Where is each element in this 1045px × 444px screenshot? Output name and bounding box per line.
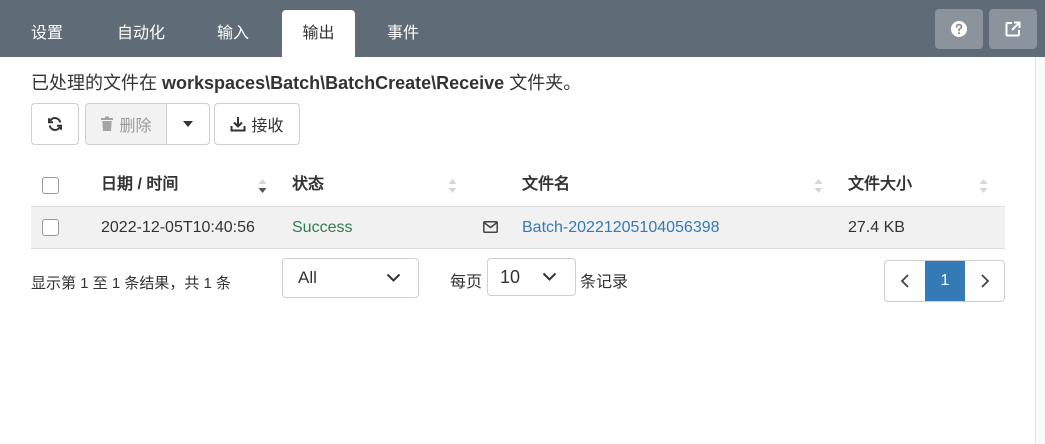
- per-page-prefix: 每页: [450, 274, 483, 291]
- info-suffix: 文件夹。: [504, 73, 582, 93]
- pagination: 1: [884, 260, 1005, 302]
- envelope-icon[interactable]: [483, 221, 498, 233]
- filter-select[interactable]: All: [282, 258, 419, 298]
- tab-input[interactable]: 输入: [200, 10, 266, 57]
- sort-both-icon: [448, 179, 457, 193]
- receive-button[interactable]: 接收: [214, 103, 300, 145]
- chevron-right-icon: [981, 274, 989, 288]
- trash-icon: [101, 116, 114, 131]
- cell-filesize: 27.4 KB: [848, 219, 905, 236]
- column-header-datetime[interactable]: 日期 / 时间: [101, 164, 178, 206]
- chevron-down-icon: [386, 273, 401, 282]
- tab-output[interactable]: 输出: [282, 10, 355, 57]
- more-actions-dropdown[interactable]: [166, 103, 210, 145]
- next-page-button[interactable]: [965, 261, 1004, 301]
- sort-desc-icon: [258, 179, 267, 193]
- top-tab-bar: 设置 自动化 输入 输出 事件: [0, 0, 1045, 57]
- question-circle-icon: [951, 21, 967, 37]
- column-header-filesize[interactable]: 文件大小: [848, 164, 912, 206]
- sort-both-icon: [979, 179, 988, 193]
- help-button[interactable]: [935, 9, 983, 49]
- sort-both-icon: [814, 179, 823, 193]
- tab-automation[interactable]: 自动化: [100, 10, 182, 57]
- receive-label: 接收: [251, 118, 284, 135]
- row-divider: [31, 248, 1005, 249]
- delete-button[interactable]: 删除: [85, 103, 167, 145]
- column-header-status[interactable]: 状态: [292, 164, 324, 206]
- prev-page-button[interactable]: [885, 261, 925, 301]
- tab-events[interactable]: 事件: [370, 10, 436, 57]
- info-prefix: 已处理的文件在: [31, 73, 163, 93]
- tab-settings[interactable]: 设置: [14, 10, 80, 57]
- folder-path: workspaces\Batch\BatchCreate\Receive: [162, 73, 505, 93]
- chevron-left-icon: [901, 274, 909, 288]
- per-page-select[interactable]: 10: [487, 258, 576, 296]
- cell-status: Success: [292, 219, 353, 236]
- cell-filename-link[interactable]: Batch-20221205104056398: [522, 207, 720, 248]
- external-link-icon: [1005, 21, 1021, 37]
- page-button-current[interactable]: 1: [925, 261, 965, 301]
- row-checkbox[interactable]: [42, 219, 59, 236]
- caret-down-icon: [183, 121, 193, 127]
- refresh-button[interactable]: [31, 103, 79, 145]
- per-page-suffix: 条记录: [580, 274, 629, 291]
- popout-button[interactable]: [989, 9, 1037, 49]
- output-folder-info: 已处理的文件在 workspaces\Batch\BatchCreate\Rec…: [31, 69, 581, 95]
- chevron-down-icon: [542, 272, 557, 281]
- per-page-value: 10: [500, 267, 521, 287]
- results-summary: 显示第 1 至 1 条结果，共 1 条: [31, 275, 232, 292]
- scrollbar-track[interactable]: [1035, 57, 1045, 444]
- cell-datetime: 2022-12-05T10:40:56: [101, 219, 255, 236]
- delete-label: 删除: [119, 118, 152, 135]
- column-header-filename[interactable]: 文件名: [522, 164, 570, 206]
- filter-value: All: [298, 268, 317, 287]
- select-all-checkbox[interactable]: [42, 177, 59, 194]
- refresh-icon: [48, 117, 62, 131]
- download-icon: [230, 117, 246, 132]
